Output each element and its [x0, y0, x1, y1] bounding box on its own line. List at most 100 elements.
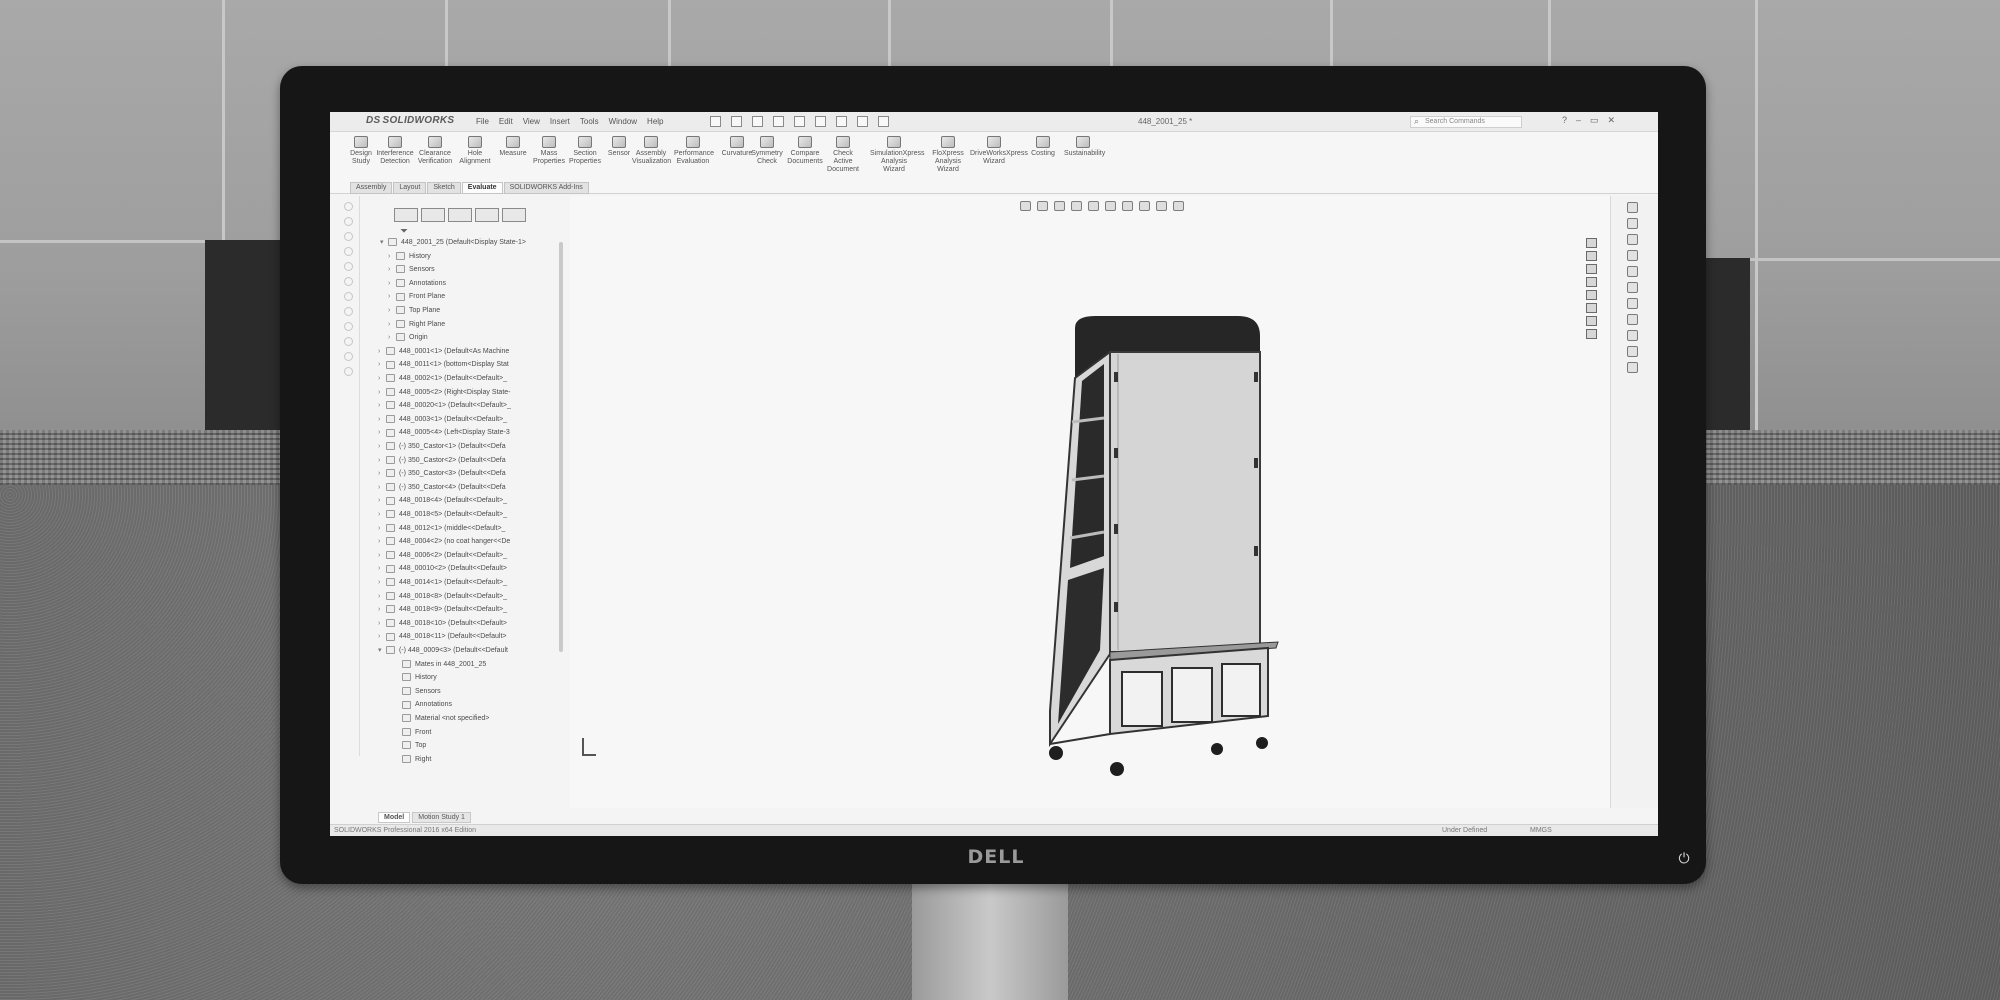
sketch-tool-icon[interactable]: [344, 202, 353, 211]
tree-item[interactable]: ▾ (-) 448_0009<3> (Default<<Default: [378, 645, 508, 657]
configuration-manager-tab-icon[interactable]: [448, 208, 472, 222]
tree-item[interactable]: › 448_00010<2> (Default<<Default>: [378, 563, 507, 575]
expand-arrow-icon[interactable]: ▾: [378, 645, 386, 657]
collapse-arrow-icon[interactable]: ›: [378, 509, 386, 521]
collapse-arrow-icon[interactable]: ›: [378, 631, 386, 643]
close-icon[interactable]: ✕: [1608, 115, 1616, 126]
options-gear-icon[interactable]: [878, 116, 889, 127]
collapse-arrow-icon[interactable]: ›: [378, 455, 386, 467]
collapse-arrow-icon[interactable]: ›: [378, 359, 386, 371]
appearances-icon[interactable]: [1627, 346, 1638, 357]
tree-item[interactable]: › 448_0006<2> (Default<<Default>_: [378, 550, 507, 562]
tab-layout[interactable]: Layout: [393, 182, 427, 194]
cabinet-3d-model[interactable]: [570, 196, 1610, 808]
tree-filter-icon[interactable]: ⏷: [400, 226, 408, 237]
collapse-arrow-icon[interactable]: ›: [378, 495, 386, 507]
collapse-arrow-icon[interactable]: ›: [378, 387, 386, 399]
tree-item[interactable]: ▾ 448_2001_25 (Default<Display State-1>: [380, 237, 526, 249]
tree-item[interactable]: › 448_0005<4> (Left<Display State-3: [378, 427, 510, 439]
sketch-tool-icon[interactable]: [344, 217, 353, 226]
wireframe-view-icon[interactable]: [1586, 316, 1597, 326]
collapse-arrow-icon[interactable]: ›: [378, 373, 386, 385]
menu-item-tools[interactable]: Tools: [580, 117, 599, 126]
tree-item[interactable]: › 448_0018<11> (Default<<Default>: [378, 631, 507, 643]
tree-item[interactable]: › Sensors: [388, 264, 435, 276]
tree-item[interactable]: › 448_0003<1> (Default<<Default>_: [378, 414, 507, 426]
collapse-arrow-icon[interactable]: ›: [388, 305, 396, 317]
arc-tool-icon[interactable]: [1627, 298, 1638, 309]
toolbar-button-performance[interactable]: Performance Evaluation: [674, 136, 714, 166]
tree-item[interactable]: › 448_0018<10> (Default<<Default>: [378, 618, 507, 630]
collapse-arrow-icon[interactable]: ›: [388, 319, 396, 331]
resources-icon[interactable]: [1627, 202, 1638, 213]
units-selector[interactable]: MMGS: [1530, 827, 1552, 834]
tree-item[interactable]: › 448_00020<1> (Default<<Default>_: [378, 400, 511, 412]
collapse-arrow-icon[interactable]: ›: [378, 604, 386, 616]
tree-item[interactable]: › (-) 350_Castor<2> (Default<<Defa: [378, 455, 506, 467]
collapse-arrow-icon[interactable]: ›: [378, 577, 386, 589]
toolbar-button-check[interactable]: Check Active Document: [824, 136, 862, 174]
collapse-arrow-icon[interactable]: ›: [378, 550, 386, 562]
power-icon[interactable]: ⏻: [1676, 850, 1692, 866]
collapse-arrow-icon[interactable]: ›: [378, 414, 386, 426]
tree-item[interactable]: Front: [394, 727, 431, 739]
rebuild-icon[interactable]: [836, 116, 847, 127]
minimize-icon[interactable]: –: [1576, 115, 1581, 126]
collapse-arrow-icon[interactable]: ›: [388, 251, 396, 263]
collapse-arrow-icon[interactable]: ›: [378, 400, 386, 412]
undo-icon[interactable]: [794, 116, 805, 127]
isometric-view-icon[interactable]: [1586, 251, 1597, 261]
collapse-arrow-icon[interactable]: ›: [388, 278, 396, 290]
custom-properties-icon[interactable]: [1627, 362, 1638, 373]
tree-item[interactable]: › Right Plane: [388, 319, 445, 331]
tree-item[interactable]: History: [394, 672, 437, 684]
front-view-icon[interactable]: [1586, 264, 1597, 274]
file-properties-icon[interactable]: [857, 116, 868, 127]
menu-item-help[interactable]: Help: [647, 117, 663, 126]
tree-item[interactable]: Top: [394, 740, 426, 752]
tree-item[interactable]: › 448_0005<2> (Right<Display State-: [378, 387, 511, 399]
tree-item[interactable]: › 448_0011<1> (bottom<Display Stat: [378, 359, 509, 371]
tree-item[interactable]: › (-) 350_Castor<4> (Default<<Defa: [378, 482, 506, 494]
toolbar-button-compare[interactable]: Compare Documents: [786, 136, 824, 166]
select-icon[interactable]: [815, 116, 826, 127]
design-library-icon[interactable]: [1627, 218, 1638, 229]
display-manager-tab-icon[interactable]: [502, 208, 526, 222]
maximize-icon[interactable]: ▭: [1590, 115, 1599, 126]
tree-item[interactable]: › 448_0004<2> (no coat hanger<<De: [378, 536, 510, 548]
collapse-arrow-icon[interactable]: ›: [378, 441, 386, 453]
graphics-area[interactable]: [570, 196, 1610, 808]
toolbar-button-section-properties[interactable]: Section Properties: [566, 136, 604, 166]
toolbar-button-sustainability[interactable]: Sustainability: [1064, 136, 1105, 158]
tree-item[interactable]: › Front Plane: [388, 291, 445, 303]
feature-manager-tab-icon[interactable]: [394, 208, 418, 222]
toolbar-button-clearance[interactable]: Clearance Verification: [416, 136, 454, 166]
help-icon[interactable]: ?: [1562, 115, 1567, 126]
tree-item[interactable]: Right: [394, 754, 431, 765]
tree-item[interactable]: › 448_0002<1> (Default<<Default>_: [378, 373, 507, 385]
search-commands-input[interactable]: Search Commands: [1410, 116, 1522, 128]
collapse-arrow-icon[interactable]: ›: [388, 291, 396, 303]
right-view-icon[interactable]: [1586, 290, 1597, 300]
tree-item[interactable]: › 448_0014<1> (Default<<Default>_: [378, 577, 507, 589]
tab-assembly[interactable]: Assembly: [350, 182, 393, 194]
file-explorer-icon[interactable]: [1627, 234, 1638, 245]
view-palette-icon[interactable]: [1627, 330, 1638, 341]
tree-scrollbar[interactable]: [559, 242, 563, 652]
menu-item-window[interactable]: Window: [609, 117, 637, 126]
collapse-arrow-icon[interactable]: ›: [378, 618, 386, 630]
tree-item[interactable]: › 448_0018<4> (Default<<Default>_: [378, 495, 507, 507]
tree-item[interactable]: › 448_0012<1> (middle<<Default>_: [378, 523, 505, 535]
toolbar-button-assembly-visualization[interactable]: Assembly Visualization: [632, 136, 671, 166]
tree-item[interactable]: Sensors: [394, 686, 441, 698]
tree-item[interactable]: › Annotations: [388, 278, 446, 290]
collapse-arrow-icon[interactable]: ›: [378, 591, 386, 603]
dimxpert-manager-tab-icon[interactable]: [475, 208, 499, 222]
toolbar-button-simulation[interactable]: SimulationXpress Analysis Wizard: [870, 136, 924, 174]
shaded-view-icon[interactable]: [1586, 303, 1597, 313]
collapse-arrow-icon[interactable]: ›: [378, 536, 386, 548]
hidden-lines-view-icon[interactable]: [1586, 329, 1597, 339]
toolbar-button-floxpress[interactable]: FloXpress Analysis Wizard: [924, 136, 972, 174]
open-icon[interactable]: [731, 116, 742, 127]
menu-item-file[interactable]: File: [476, 117, 489, 126]
